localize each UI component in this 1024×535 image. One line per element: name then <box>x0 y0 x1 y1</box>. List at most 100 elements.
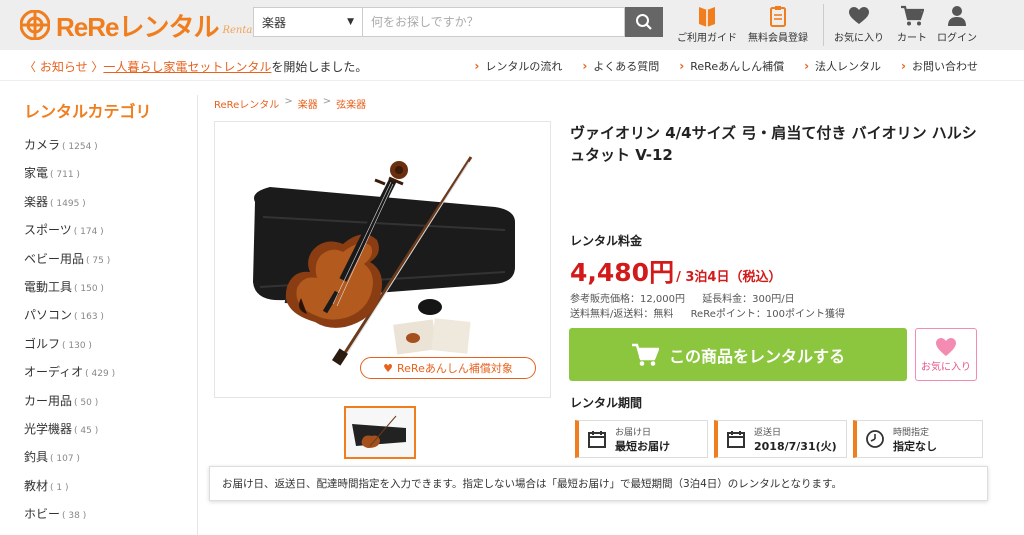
product-thumbnail[interactable] <box>344 406 416 459</box>
topnav-contact[interactable]: お問い合わせ <box>901 58 978 74</box>
notice-bar: 〈 お知らせ 〉 一人暮らし家電セットレンタル を開始しました。 <box>24 58 367 75</box>
category-select[interactable]: 楽器 ▼ <box>253 7 363 37</box>
return-date-selector[interactable]: 返送日 2018/7/31(火) <box>714 420 847 458</box>
user-icon <box>948 6 966 26</box>
sidebar-item-appliances[interactable]: 家電( 711 ) <box>24 164 115 192</box>
sidebar-item-count: ( 75 ) <box>86 255 111 266</box>
breadcrumb-separator: > <box>284 96 293 107</box>
price-value: 4,480円 <box>570 258 675 287</box>
nav-favorites-label: お気に入り <box>834 33 884 44</box>
topnav-corporate[interactable]: 法人レンタル <box>804 58 881 74</box>
nav-register-label: 無料会員登録 <box>748 33 808 44</box>
nav-favorites[interactable]: お気に入り <box>834 5 884 44</box>
extension-fee: 延長料金：300円/日 <box>702 294 795 305</box>
chevron-down-icon: ▼ <box>347 17 354 27</box>
topnav-flow[interactable]: レンタルの流れ <box>474 58 562 74</box>
sidebar-item-label: 光学機器 <box>24 421 73 436</box>
notice-label: 〈 お知らせ 〉 <box>24 60 104 74</box>
time-slot-label: 時間指定 <box>893 427 930 438</box>
rental-period-label: レンタル期間 <box>570 396 643 410</box>
sidebar-item-count: ( 174 ) <box>73 227 104 238</box>
sidebar-item-education[interactable]: 教材( 1 ) <box>24 477 115 505</box>
sidebar-item-label: 楽器 <box>24 194 49 209</box>
sidebar-item-baby[interactable]: ベビー用品( 75 ) <box>24 250 115 278</box>
sidebar-item-label: 教材 <box>24 478 49 493</box>
delivery-date-value: 最短お届け <box>615 439 670 453</box>
category-select-value: 楽器 <box>262 15 287 30</box>
notice-text: を開始しました。 <box>271 60 368 74</box>
heart-icon <box>936 338 956 356</box>
search-input[interactable] <box>363 7 625 37</box>
search-button[interactable] <box>625 7 663 37</box>
breadcrumb-instruments[interactable]: 楽器 <box>298 96 318 111</box>
sidebar-item-label: 家電 <box>24 166 49 181</box>
sidebar-item-camera[interactable]: カメラ( 1254 ) <box>24 136 115 164</box>
logo-subtext: Rental <box>222 24 256 36</box>
site-logo[interactable]: ReReレンタル Rental <box>19 7 256 43</box>
sidebar-item-label: オーディオ <box>24 365 84 380</box>
sidebar-item-sports[interactable]: スポーツ( 174 ) <box>24 221 115 249</box>
sidebar-item-count: ( 50 ) <box>74 397 99 408</box>
sidebar-title: レンタルカテゴリ <box>24 102 152 121</box>
product-title: ヴァイオリン 4/4サイズ 弓・肩当て付き バイオリン ハルシュタット V-12 <box>570 124 977 164</box>
sidebar-item-instruments[interactable]: 楽器( 1495 ) <box>24 193 115 221</box>
rent-button[interactable]: この商品をレンタルする <box>569 328 907 381</box>
sidebar-item-audio[interactable]: オーディオ( 429 ) <box>24 363 115 391</box>
guarantee-badge[interactable]: ♥ ReReあんしん補償対象 <box>360 357 536 379</box>
sidebar-item-fishing[interactable]: 釣具( 107 ) <box>24 448 115 476</box>
sidebar-item-power-tools[interactable]: 電動工具( 150 ) <box>24 278 115 306</box>
guide-icon <box>699 7 715 27</box>
period-tooltip: お届け日、返送日、配達時間指定を入力できます。指定しない場合は「最短お届け」で最… <box>209 466 988 501</box>
delivery-date-selector[interactable]: お届け日 最短お届け <box>575 420 708 458</box>
sidebar-item-label: 電動工具 <box>24 279 73 294</box>
nav-register[interactable]: 無料会員登録 <box>748 5 808 44</box>
sidebar-item-label: ゴルフ <box>24 336 61 351</box>
search-icon <box>636 14 652 30</box>
sidebar-item-optics[interactable]: 光学機器( 45 ) <box>24 420 115 448</box>
sidebar-item-label: パソコン <box>24 308 73 323</box>
product-meta-line2: 送料無料/返送料：無料 ReReポイント：100ポイント獲得 <box>570 305 859 320</box>
points-info: ReReポイント：100ポイント獲得 <box>690 309 845 320</box>
topnav-guarantee[interactable]: ReReあんしん補償 <box>679 58 784 74</box>
rent-button-label: この商品をレンタルする <box>668 346 845 366</box>
sidebar-item-count: ( 1254 ) <box>62 142 98 152</box>
nav-login[interactable]: ログイン <box>937 5 977 44</box>
guarantee-badge-label: ReReあんしん補償対象 <box>397 362 513 375</box>
heart-icon <box>849 7 869 24</box>
nav-login-label: ログイン <box>937 33 977 44</box>
breadcrumb-strings[interactable]: 弦楽器 <box>336 96 366 111</box>
product-meta-line1: 参考販売価格：12,000円 延長料金：300円/日 <box>570 290 809 305</box>
sidebar-item-count: ( 429 ) <box>85 369 116 380</box>
sidebar-item-label: 釣具 <box>24 450 49 465</box>
return-date-value: 2018/7/31(火) <box>754 439 837 453</box>
topnav-faq[interactable]: よくある質問 <box>582 58 659 74</box>
breadcrumb-home[interactable]: ReReレンタル <box>214 96 279 111</box>
notice-link[interactable]: 一人暮らし家電セットレンタル <box>103 58 271 75</box>
sidebar-item-count: ( 1495 ) <box>50 198 86 209</box>
sidebar-item-car[interactable]: カー用品( 50 ) <box>24 392 115 420</box>
time-slot-value: 指定なし <box>893 439 937 453</box>
add-favorite-button[interactable]: お気に入り <box>915 328 977 381</box>
violin-image <box>253 156 515 366</box>
nav-cart-label: カート <box>897 33 927 44</box>
sidebar-item-label: ベビー用品 <box>24 251 85 266</box>
sidebar-item-pc[interactable]: パソコン( 163 ) <box>24 306 115 334</box>
sidebar-item-count: ( 38 ) <box>62 511 87 522</box>
nav-guide-label: ご利用ガイド <box>677 33 737 44</box>
calendar-icon <box>588 431 606 448</box>
sidebar-item-label: スポーツ <box>24 223 72 238</box>
sidebar-item-count: ( 163 ) <box>74 312 104 323</box>
sidebar-item-count: ( 107 ) <box>50 454 80 465</box>
nav-cart[interactable]: カート <box>897 5 927 44</box>
top-nav: レンタルの流れ よくある質問 ReReあんしん補償 法人レンタル お問い合わせ <box>454 58 978 74</box>
sidebar-item-count: ( 711 ) <box>50 170 80 181</box>
sidebar-item-golf[interactable]: ゴルフ( 130 ) <box>24 335 115 363</box>
sidebar-item-count: ( 150 ) <box>74 283 104 294</box>
time-slot-selector[interactable]: 時間指定 指定なし <box>853 420 983 458</box>
price: 4,480円 / 3泊4日（税込） <box>570 253 781 289</box>
category-list: カメラ( 1254 ) 家電( 711 ) 楽器( 1495 ) スポーツ( 1… <box>24 136 115 533</box>
sidebar-item-hobby[interactable]: ホビー( 38 ) <box>24 505 115 533</box>
sidebar-item-count: ( 45 ) <box>74 425 99 436</box>
sidebar-item-label: カー用品 <box>24 393 73 408</box>
nav-guide[interactable]: ご利用ガイド <box>677 5 737 44</box>
